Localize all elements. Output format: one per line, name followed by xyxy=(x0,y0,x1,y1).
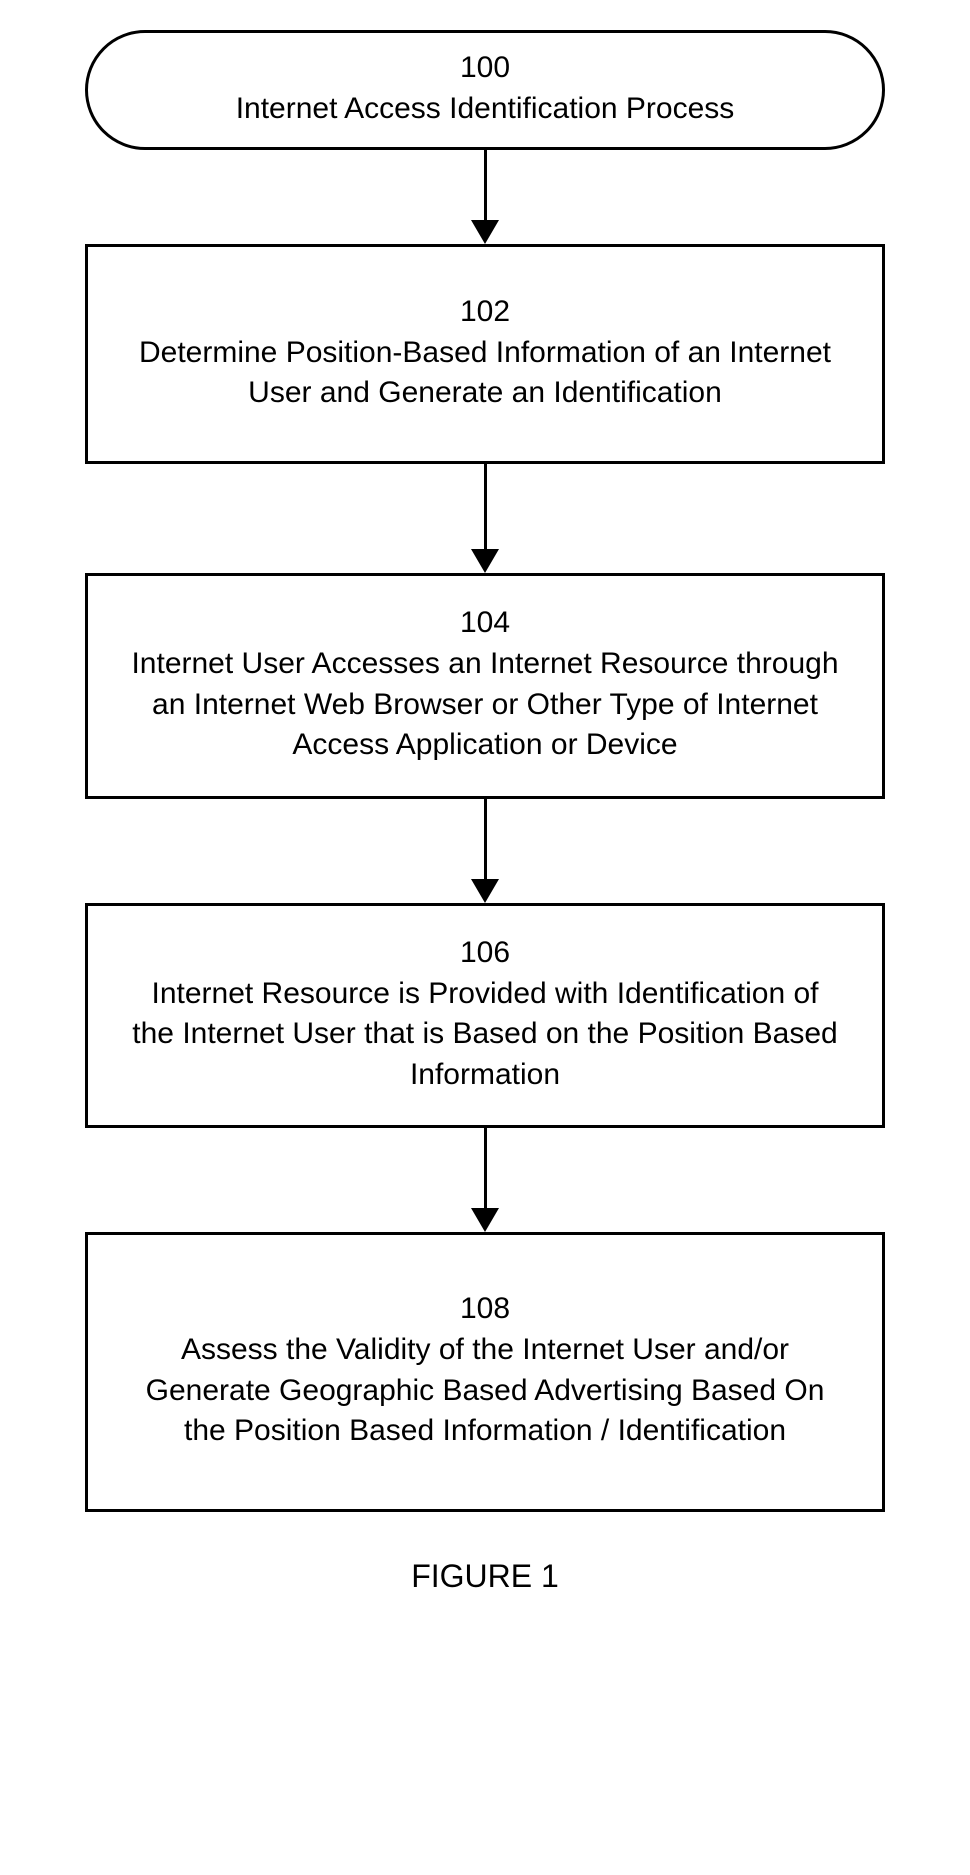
process-step-104: 104 Internet User Accesses an Internet R… xyxy=(85,573,885,799)
step-text-102: Determine Position-Based Information of … xyxy=(128,333,842,414)
arrow-3 xyxy=(471,799,499,903)
arrow-head-icon xyxy=(471,220,499,244)
flowchart-container: 100 Internet Access Identification Proce… xyxy=(85,30,885,1512)
process-step-106: 106 Internet Resource is Provided with I… xyxy=(85,903,885,1129)
arrow-line xyxy=(484,1128,487,1208)
process-step-108: 108 Assess the Validity of the Internet … xyxy=(85,1232,885,1512)
step-text-100: Internet Access Identification Process xyxy=(236,89,735,130)
step-number-106: 106 xyxy=(460,936,510,970)
terminator-start: 100 Internet Access Identification Proce… xyxy=(85,30,885,150)
arrow-head-icon xyxy=(471,879,499,903)
figure-label: FIGURE 1 xyxy=(0,1558,970,1595)
arrow-4 xyxy=(471,1128,499,1232)
arrow-1 xyxy=(471,150,499,244)
arrow-head-icon xyxy=(471,1208,499,1232)
arrow-line xyxy=(484,464,487,549)
arrow-line xyxy=(484,799,487,879)
step-text-106: Internet Resource is Provided with Ident… xyxy=(128,974,842,1096)
step-text-108: Assess the Validity of the Internet User… xyxy=(128,1330,842,1452)
process-step-102: 102 Determine Position-Based Information… xyxy=(85,244,885,464)
arrow-2 xyxy=(471,464,499,573)
step-text-104: Internet User Accesses an Internet Resou… xyxy=(128,644,842,766)
arrow-line xyxy=(484,150,487,220)
step-number-102: 102 xyxy=(460,295,510,329)
step-number-104: 104 xyxy=(460,606,510,640)
step-number-108: 108 xyxy=(460,1292,510,1326)
arrow-head-icon xyxy=(471,549,499,573)
step-number-100: 100 xyxy=(460,51,510,85)
